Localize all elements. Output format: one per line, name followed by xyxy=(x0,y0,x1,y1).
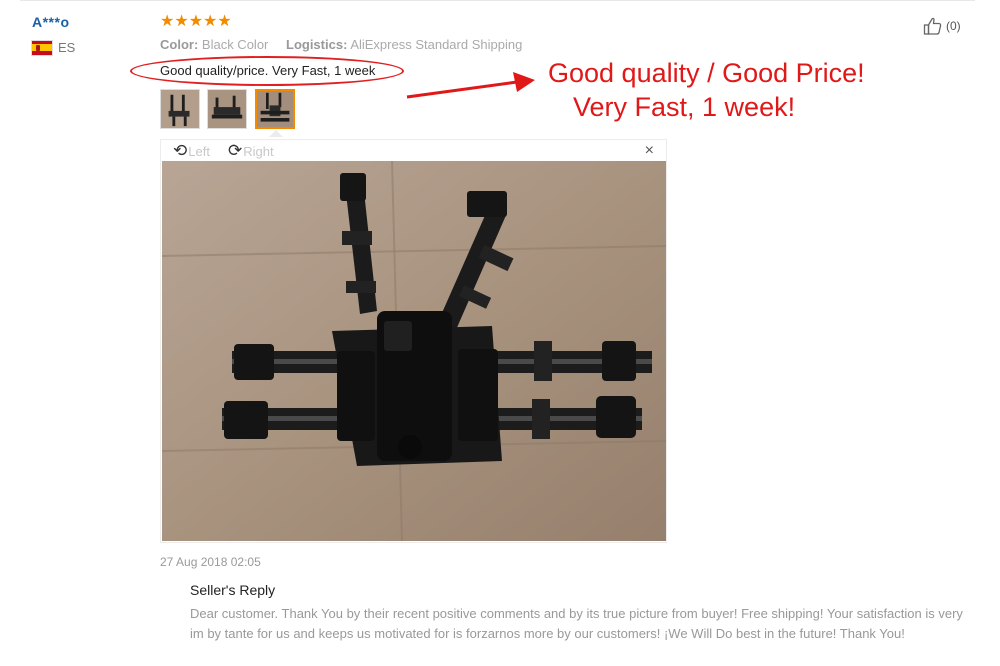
reviewer-country: ES xyxy=(32,40,75,55)
logistics-label: Logistics: xyxy=(286,37,348,52)
review-photo xyxy=(162,161,666,541)
rotate-right-icon: ⟳ xyxy=(228,141,243,160)
star-icon: ★ xyxy=(203,13,218,30)
rating-stars: ★ ★ ★ ★ ★ xyxy=(160,14,232,30)
rotate-right-label: Right xyxy=(243,143,274,159)
rotate-left-button[interactable]: ⟲ Left xyxy=(173,141,210,161)
highlight-ellipse xyxy=(130,56,404,86)
image-viewer: ⟲ Left ⟳ Right × xyxy=(160,139,667,543)
star-icon: ★ xyxy=(160,13,175,30)
review-thumbnail-2[interactable] xyxy=(207,89,247,129)
seller-reply-text: Dear customer. Thank You by their recent… xyxy=(190,606,963,641)
top-divider xyxy=(20,0,975,1)
color-label: Color: xyxy=(160,37,199,52)
like-button[interactable]: (0) xyxy=(923,16,961,36)
country-code: ES xyxy=(58,40,76,55)
annotation-arrow-icon xyxy=(406,72,535,99)
logistics-value: AliExpress Standard Shipping xyxy=(350,37,523,52)
seller-reply-title: Seller's Reply xyxy=(190,582,276,598)
star-icon: ★ xyxy=(188,13,204,30)
review-thumbnail-3[interactable] xyxy=(255,89,295,129)
thumbnail-pointer xyxy=(269,130,283,137)
annotation-line-2: Very Fast, 1 week! xyxy=(573,92,796,122)
star-icon: ★ xyxy=(217,13,232,30)
color-value: Black Color xyxy=(201,37,269,52)
reviewer-name: A***o xyxy=(32,14,70,30)
close-icon[interactable]: × xyxy=(645,142,654,160)
thumbs-up-icon xyxy=(923,17,942,35)
rotate-left-label: Left xyxy=(188,143,210,159)
rotate-left-icon: ⟲ xyxy=(173,141,188,160)
review-thumbnail-1[interactable] xyxy=(160,89,200,129)
like-count: (0) xyxy=(946,19,961,33)
review-meta: Color: Black Color Logistics: AliExpress… xyxy=(160,37,536,52)
annotation-line-1: Good quality / Good Price! xyxy=(548,58,865,88)
spain-flag-icon xyxy=(32,40,52,55)
rotate-right-button[interactable]: ⟳ Right xyxy=(228,141,274,161)
star-icon: ★ xyxy=(174,13,189,30)
review-date: 27 Aug 2018 02:05 xyxy=(160,555,261,569)
